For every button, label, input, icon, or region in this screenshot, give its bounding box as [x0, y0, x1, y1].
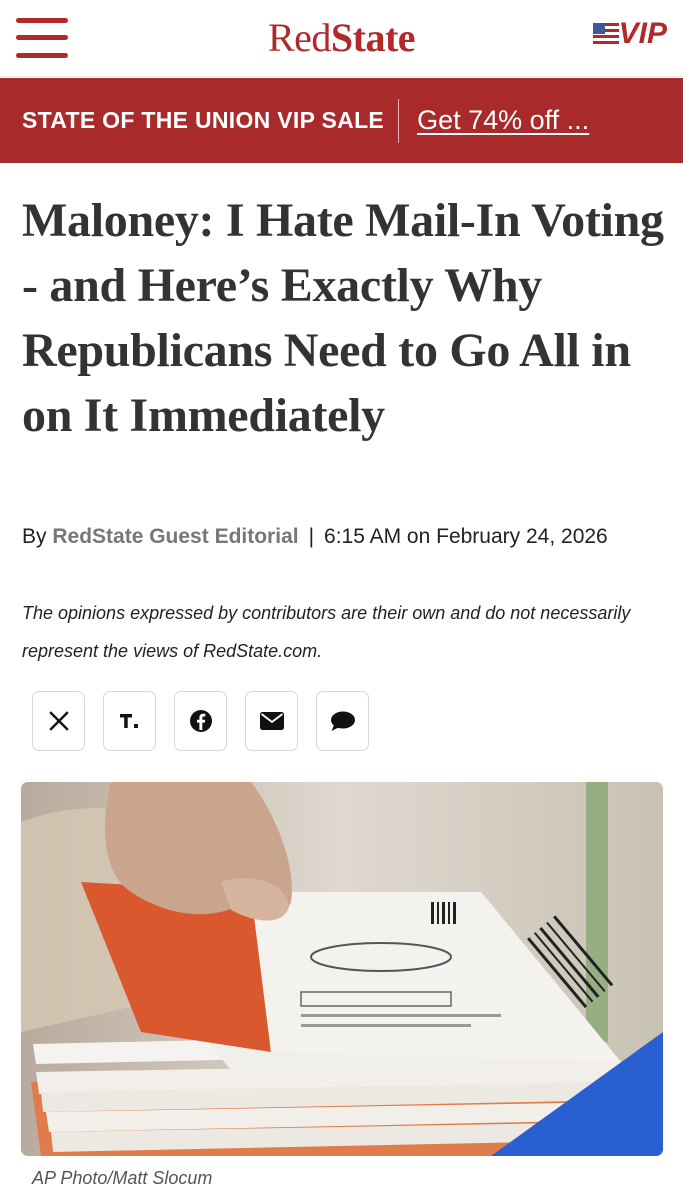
promo-label: STATE OF THE UNION VIP SALE: [22, 107, 385, 133]
byline: By RedState Guest Editorial | 6:15 AM on F…: [22, 518, 662, 555]
logo-state: State: [330, 15, 416, 60]
promo-banner: STATE OF THE UNION VIP SALE Get 74% off …: [0, 78, 683, 163]
truth-social-icon: [119, 714, 138, 728]
opinion-disclaimer: The opinions expressed by contributors a…: [22, 603, 631, 661]
article-title: Maloney: I Hate Mail-In Voting - and Her…: [22, 194, 664, 442]
share-bar: [32, 691, 369, 751]
share-facebook-button[interactable]: [174, 691, 227, 751]
email-icon: [259, 712, 284, 730]
promo-link[interactable]: Get 74% off ...: [417, 105, 589, 136]
mail-ballot-photo: [21, 782, 663, 1156]
vip-label: VIP: [618, 17, 667, 50]
us-flag-icon: [592, 23, 619, 45]
byline-separator: |: [308, 525, 315, 548]
site-logo[interactable]: RedState: [0, 14, 683, 61]
article-hero-image: [21, 782, 663, 1156]
share-email-button[interactable]: [245, 691, 298, 751]
facebook-icon: [189, 710, 212, 732]
promo-divider: [398, 98, 400, 143]
share-comment-button[interactable]: [316, 691, 369, 751]
x-icon: [48, 711, 69, 731]
logo-red: Red: [267, 15, 331, 60]
comment-icon: [330, 711, 355, 731]
share-x-button[interactable]: [32, 691, 85, 751]
vip-button[interactable]: VIP: [592, 17, 667, 50]
publish-timestamp: 6:15 AM on February 24, 2026: [324, 525, 608, 548]
byline-prefix: By: [22, 525, 47, 548]
image-caption: AP Photo/Matt Slocum: [32, 1168, 213, 1188]
author-link[interactable]: RedState Guest Editorial: [52, 525, 298, 548]
site-header: RedState VIP: [0, 0, 683, 77]
share-truth-social-button[interactable]: [103, 691, 156, 751]
